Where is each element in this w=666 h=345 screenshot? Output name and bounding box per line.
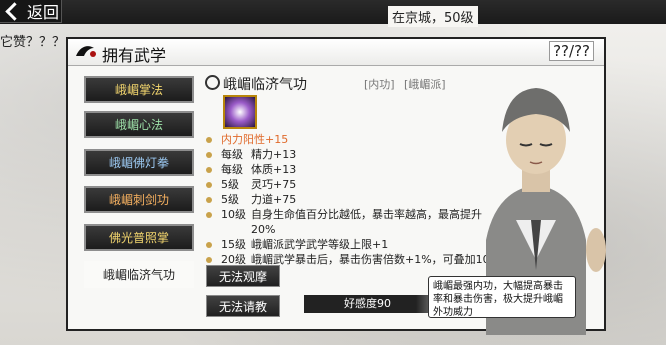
attribute-level: 每级 xyxy=(221,148,243,161)
back-arrow-icon xyxy=(5,1,24,21)
ink-brush-icon xyxy=(76,46,96,57)
observe-button[interactable]: 无法观摩 xyxy=(206,265,281,287)
attribute-level: 每级 xyxy=(221,163,243,176)
panel-title: 拥有武学 xyxy=(102,46,167,65)
skill-school: [峨嵋派] xyxy=(404,78,446,91)
attribute-text: 灵巧+75 xyxy=(251,178,297,191)
tab-label: 佛光普照掌 xyxy=(108,231,169,245)
skill-type: [内功] xyxy=(364,78,395,91)
tab-buddha-palm[interactable]: 佛光普照掌 xyxy=(84,224,194,251)
skill-tooltip: 峨嵋最强内功，大幅提高暴击率和暴击伤害，极大提升峨嵋外功威力 xyxy=(428,276,576,318)
tab-label: 峨嵋佛灯拳 xyxy=(108,156,169,170)
location-label: 在京城，50级 xyxy=(388,6,478,27)
bullet-icon xyxy=(206,212,212,218)
tab-label: 峨嵋掌法 xyxy=(114,83,163,97)
attribute-text: 力道+75 xyxy=(251,193,297,206)
tab-emei-linji[interactable]: 峨嵋临济气功 xyxy=(84,261,194,288)
tab-label: 峨嵋心法 xyxy=(114,118,163,132)
bullet-icon xyxy=(206,197,212,203)
top-bar xyxy=(0,0,666,24)
bullet-icon xyxy=(206,137,212,143)
skill-name: 峨嵋临济气功 xyxy=(223,77,307,93)
bullet-icon xyxy=(206,152,212,158)
back-button[interactable]: 返回 xyxy=(0,0,62,23)
attribute-level: 10级 xyxy=(221,208,246,221)
bullet-icon xyxy=(206,167,212,173)
tab-emei-lamp-fist[interactable]: 峨嵋佛灯拳 xyxy=(84,149,194,176)
consult-button[interactable]: 无法请教 xyxy=(206,295,281,317)
attribute-text: 精力+13 xyxy=(251,148,297,161)
bullet-icon xyxy=(206,242,212,248)
attribute-level: 5级 xyxy=(221,178,239,191)
attribute-level: 15级 xyxy=(221,238,246,251)
panel-header: 拥有武学 ??/?? xyxy=(68,39,604,66)
attribute-text: 体质+13 xyxy=(251,163,297,176)
tab-label: 峨嵋刺剑功 xyxy=(108,193,169,207)
skill-type-icon xyxy=(205,75,220,90)
back-label: 返回 xyxy=(27,3,60,22)
tab-emei-sword[interactable]: 峨嵋刺剑功 xyxy=(84,186,194,213)
skill-thumbnail-icon xyxy=(223,95,257,129)
attribute-level: 5级 xyxy=(221,193,239,206)
tab-label: 峨嵋临济气功 xyxy=(102,268,175,282)
bullet-icon xyxy=(206,182,212,188)
attribute-text: 内力阳性+15 xyxy=(221,133,289,146)
skill-count: ??/?? xyxy=(549,41,594,61)
left-hint-text: 它赞？？？ xyxy=(0,35,66,50)
bullet-icon xyxy=(206,257,212,263)
tab-emei-palm[interactable]: 峨嵋掌法 xyxy=(84,76,194,103)
attribute-text: 峨嵋派武学武学等级上限+1 xyxy=(251,238,389,251)
tab-emei-heart[interactable]: 峨嵋心法 xyxy=(84,111,194,138)
